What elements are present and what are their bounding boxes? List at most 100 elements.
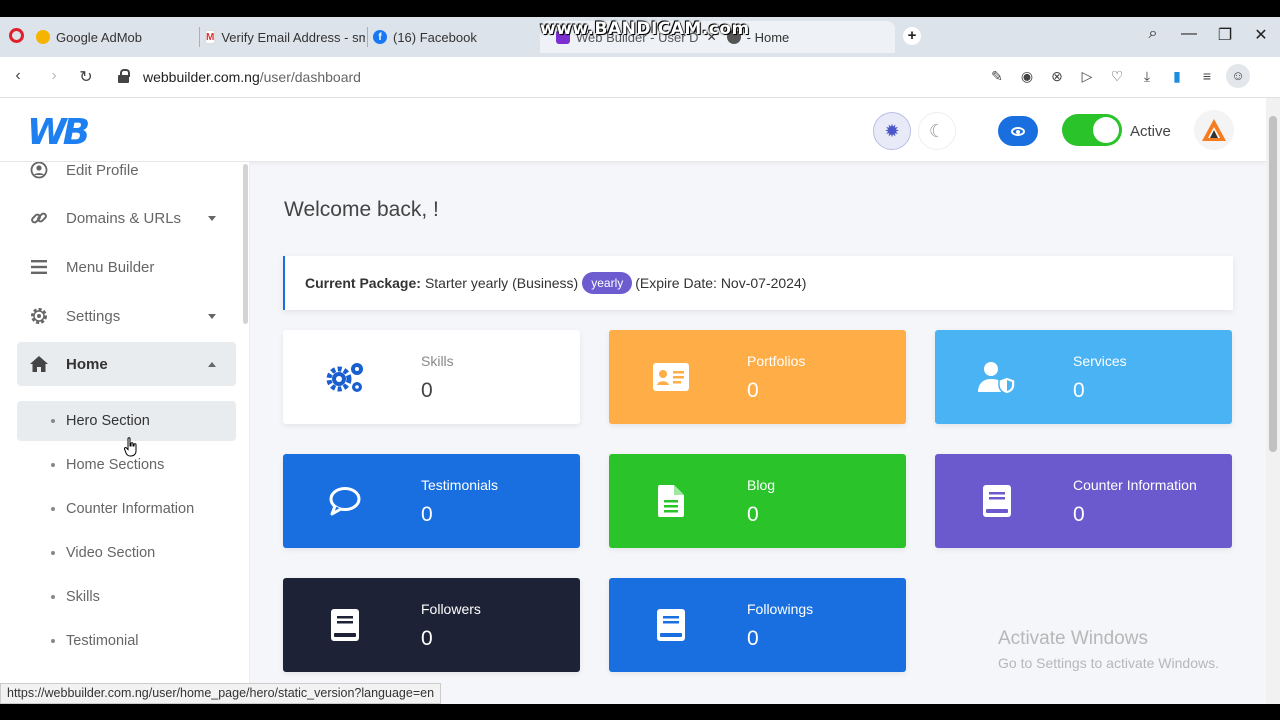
light-mode-button[interactable]: ✹ — [873, 112, 911, 150]
stat-card-services[interactable]: Services 0 — [935, 330, 1232, 424]
sidebar-subitem-label: Counter Information — [66, 501, 195, 517]
card-title: Followers — [421, 601, 481, 617]
sidebar-subitem-counter-information[interactable]: Counter Information — [17, 489, 236, 529]
bullet-icon — [51, 551, 55, 555]
restore-icon[interactable]: ❐ — [1213, 25, 1237, 45]
book-icon — [323, 605, 367, 645]
comment-icon — [323, 481, 367, 521]
stat-card-testimonials[interactable]: Testimonials 0 — [283, 454, 580, 548]
stat-card-skills[interactable]: Skills 0 — [283, 330, 580, 424]
tab-title: Verify Email Address - smt — [221, 29, 365, 45]
home-icon — [29, 354, 49, 374]
play-icon[interactable]: ▷ — [1078, 68, 1096, 85]
package-name: Starter yearly (Business) — [424, 275, 579, 291]
sidebar: Edit Profile Domains & URLs Menu Builder… — [0, 162, 250, 704]
chevron-up-icon — [208, 362, 216, 367]
battery-icon[interactable]: ▮ — [1168, 68, 1186, 85]
sidebar-item-settings[interactable]: Settings — [17, 294, 236, 338]
eye-icon — [1011, 126, 1025, 136]
card-value: 0 — [421, 503, 433, 526]
preview-button[interactable] — [998, 116, 1038, 146]
card-title: Counter Information — [1073, 477, 1197, 493]
reload-icon[interactable]: ↻ — [76, 67, 96, 87]
sidebar-item-label: Domains & URLs — [66, 209, 182, 227]
camera-icon[interactable]: ◉ — [1018, 68, 1036, 85]
logo[interactable]: WB — [27, 112, 90, 153]
tab-facebook[interactable]: f (16) Facebook — [373, 21, 533, 53]
sidebar-subitem-video-section[interactable]: Video Section — [17, 533, 236, 573]
card-value: 0 — [421, 627, 433, 650]
tab-title-suffix: - Home — [746, 29, 790, 45]
package-badge: yearly — [582, 272, 633, 294]
profile-icon[interactable]: ☺ — [1226, 64, 1250, 88]
bullet-icon — [51, 595, 55, 599]
card-title: Skills — [421, 353, 454, 369]
dark-mode-button[interactable]: ☾ — [918, 112, 956, 150]
download-icon[interactable]: ⤓ — [1138, 68, 1156, 85]
recorder-watermark: www.BANDICAM.com — [540, 19, 750, 39]
back-icon[interactable]: ‹ — [8, 67, 28, 85]
new-tab-button[interactable]: + — [903, 27, 921, 45]
card-title: Testimonials — [421, 477, 499, 493]
url-host: webbuilder.com.ng — [143, 69, 260, 85]
page-scrollbar[interactable] — [1266, 98, 1280, 704]
bullet-icon — [51, 507, 55, 511]
activate-windows-subtitle: Go to Settings to activate Windows. — [998, 655, 1219, 671]
url-path: /user/dashboard — [259, 69, 361, 85]
recording-top-band — [0, 0, 1280, 17]
file-icon — [649, 481, 693, 521]
link-icon — [29, 208, 49, 228]
settings-sliders-icon[interactable]: ≡ — [1198, 68, 1216, 84]
url-field[interactable]: webbuilder.com.ng/user/dashboard — [143, 69, 361, 85]
sidebar-item-home[interactable]: Home — [17, 342, 236, 386]
card-value: 0 — [1073, 379, 1085, 402]
sidebar-subitem-hero-section[interactable]: Hero Section — [17, 401, 236, 441]
sidebar-item-label: Settings — [66, 307, 121, 325]
sidebar-subitem-testimonial[interactable]: Testimonial — [17, 621, 236, 661]
close-window-icon[interactable]: ✕ — [1249, 25, 1273, 45]
forward-icon[interactable]: › — [44, 67, 64, 85]
avatar[interactable] — [1194, 110, 1234, 150]
scrollbar-thumb[interactable] — [1269, 116, 1277, 452]
search-tabs-icon[interactable]: ⌕ — [1141, 25, 1165, 43]
stat-card-portfolios[interactable]: Portfolios 0 — [609, 330, 906, 424]
stat-card-counter-information[interactable]: Counter Information 0 — [935, 454, 1232, 548]
heart-icon[interactable]: ♡ — [1108, 68, 1126, 85]
book-icon — [649, 605, 693, 645]
moon-icon: ☾ — [928, 120, 946, 141]
stat-card-blog[interactable]: Blog 0 — [609, 454, 906, 548]
gmail-icon: M — [205, 30, 216, 44]
bullet-icon — [51, 639, 55, 643]
status-toggle[interactable] — [1062, 114, 1122, 146]
facebook-icon: f — [373, 30, 387, 44]
link-status-bar: https://webbuilder.com.ng/user/home_page… — [0, 683, 442, 704]
gear-icon — [29, 306, 49, 326]
tab-admob[interactable]: Google AdMob — [36, 21, 196, 53]
adblock-icon[interactable]: ⊗ — [1048, 68, 1066, 85]
card-value: 0 — [421, 379, 433, 402]
brand-a-icon — [1202, 119, 1226, 141]
tab-separator — [367, 27, 368, 47]
bullet-icon — [51, 463, 55, 467]
stat-card-followings[interactable]: Followings 0 — [609, 578, 906, 672]
tab-title: Google AdMob — [56, 29, 143, 45]
sidebar-item-edit-profile[interactable]: Edit Profile — [17, 162, 236, 192]
sidebar-item-domains[interactable]: Domains & URLs — [17, 196, 236, 240]
sidebar-scrollbar[interactable] — [243, 164, 248, 324]
stat-card-followers[interactable]: Followers 0 — [283, 578, 580, 672]
tab-gmail[interactable]: M Verify Email Address - smt — [205, 21, 365, 53]
sidebar-subitem-label: Home Sections — [66, 457, 165, 473]
book-icon — [975, 481, 1019, 521]
edit-icon[interactable]: ✎ — [988, 68, 1006, 85]
site-header: WB ✹ ☾ Active — [0, 98, 1266, 162]
sidebar-subitem-label: Video Section — [66, 545, 156, 561]
opera-logo-icon[interactable] — [9, 28, 24, 43]
minimize-icon[interactable]: — — [1177, 25, 1201, 43]
card-title: Blog — [747, 477, 776, 493]
admob-icon — [36, 30, 50, 44]
card-value: 0 — [747, 503, 759, 526]
sidebar-subitem-skills[interactable]: Skills — [17, 577, 236, 617]
sidebar-item-menu-builder[interactable]: Menu Builder — [17, 245, 236, 289]
sidebar-item-label: Home — [66, 355, 108, 373]
status-label: Active — [1130, 123, 1171, 140]
